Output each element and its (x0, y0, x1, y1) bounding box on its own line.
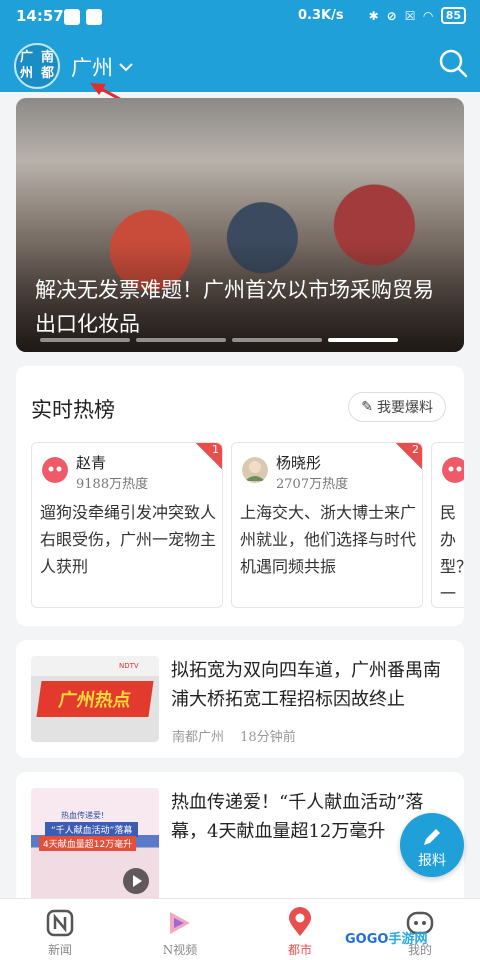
news-thumbnail: 热血传递爱! “千人献血活动”落幕 4天献血量超12万毫升 (31, 788, 159, 912)
logo-char: 南 (40, 50, 54, 65)
nav-item-city[interactable]: 都市 (270, 905, 330, 959)
hot-item-text: 遛狗没牵绳引发冲突致人右眼受伤，广州一宠物主人获刑 (40, 503, 217, 576)
hot-item[interactable]: 1 赵青 9188万热度 遛狗没牵绳引发冲突致人右眼受伤，广州一宠物主人获刑 (31, 442, 223, 608)
thumb-headline: 广州热点 (36, 681, 154, 717)
news-item[interactable]: NDTV 广州热点 拟拓宽为双向四车道，广州番禺南浦大桥拓宽工程招标因故终止 南… (16, 640, 464, 758)
watermark-logo: GOGO手游网 (345, 928, 427, 947)
thumb-line: 4天献血量超12万毫升 (39, 836, 137, 851)
status-bar: 14:57 0.3K/s ✱ ⊘ ☒ ◠ 85 (0, 0, 480, 32)
watermark-text: 手游网 (388, 932, 428, 947)
rank-number: 1 (212, 443, 219, 456)
thumb-line: 热血传递爱! (61, 811, 105, 820)
news-title: 拟拓宽为双向四车道，广州番禺南浦大桥拓宽工程招标因故终止 (171, 660, 441, 710)
notification-app-icon (86, 9, 102, 25)
sim-icon: ☒ (404, 8, 416, 23)
battery-icon: 85 (440, 7, 466, 24)
mute-icon: ⊘ (386, 8, 397, 23)
avatar (442, 457, 464, 483)
hot-item-heat: 2707万热度 (276, 477, 349, 492)
nav-item-news[interactable]: 新闻 (30, 905, 90, 959)
hot-item-text: 上海交大、浙大博士来广州就业，他们选择与时代机遇同频共振 (240, 503, 417, 576)
news-item[interactable]: 热血传递爱! “千人献血活动”落幕 4天献血量超12万毫升 热血传递爱！“千人献… (16, 772, 464, 912)
app-logo[interactable]: 广 南 州 都 (14, 43, 60, 89)
bluetooth-icon: ✱ (368, 8, 379, 23)
pager-dot (136, 338, 226, 342)
nav-label: N视频 (162, 943, 198, 957)
news-time: 18分钟前 (240, 730, 296, 745)
hot-item-name: 赵青 (76, 454, 107, 472)
nav-label: 新闻 (47, 943, 72, 957)
app-header: 14:57 0.3K/s ✱ ⊘ ☒ ◠ 85 广 南 州 都 广州 (0, 0, 480, 92)
hot-item-heat: 9188万热度 (76, 477, 149, 492)
city-selector[interactable]: 广州 (71, 52, 133, 82)
avatar (242, 457, 268, 483)
avatar (42, 457, 68, 483)
news-thumbnail: NDTV 广州热点 (31, 656, 159, 742)
city-label: 广州 (71, 56, 113, 80)
status-time: 14:57 (16, 7, 64, 25)
news-source: 南都广州 (172, 730, 225, 745)
hot-item-text: 民办型？一生 (440, 503, 464, 603)
rank-badge: 2 (396, 443, 422, 469)
logo-char: 州 (19, 66, 33, 81)
report-fab-button[interactable]: 报料 (400, 813, 464, 877)
rank-number: 2 (412, 443, 419, 456)
wifi-icon: ◠ (423, 8, 433, 23)
pager-dot (40, 338, 130, 342)
logo-char: 广 (19, 50, 33, 65)
watermark-text: GOGO (345, 932, 389, 947)
thumb-tag: NDTV (119, 662, 139, 670)
hot-list-card: 实时热榜 ✎ 我要爆料 1 赵青 9188万热度 遛狗没牵绳引发冲突致人右眼受伤… (16, 366, 464, 626)
pen-icon (424, 829, 440, 845)
hot-list-title: 实时热榜 (31, 398, 115, 422)
network-speed: 0.3K/s (298, 8, 344, 23)
chevron-down-icon (119, 63, 133, 72)
news-icon (46, 909, 74, 937)
news-meta: 南都广州 18分钟前 (172, 726, 296, 745)
hot-item[interactable]: 2 杨晓彤 2707万热度 上海交大、浙大博士来广州就业，他们选择与时代机遇同频… (231, 442, 423, 608)
report-news-button[interactable]: ✎ 我要爆料 (348, 392, 446, 422)
hot-item-name: 杨晓彤 (276, 454, 322, 472)
notification-app-icon (64, 9, 80, 25)
nav-label: 都市 (287, 943, 312, 957)
rank-badge: 1 (196, 443, 222, 469)
headline-banner[interactable]: 解决无发票难题！广州首次以市场采购贸易出口化妆品 (16, 98, 464, 352)
pager-dot-active (328, 338, 398, 342)
banner-headline: 解决无发票难题！广州首次以市场采购贸易出口化妆品 (35, 278, 434, 336)
thumb-line: “千人献血活动”落幕 (45, 822, 139, 837)
hot-item[interactable]: 民办型？一生 (431, 442, 464, 608)
logo-char: 都 (40, 66, 54, 81)
report-label: 我要爆料 (377, 400, 433, 416)
banner-pager (40, 338, 398, 342)
pen-icon: ✎ (361, 399, 373, 415)
fab-label: 报料 (418, 853, 446, 869)
location-icon (289, 907, 311, 936)
pager-dot (232, 338, 322, 342)
search-icon[interactable] (438, 48, 468, 78)
nav-item-video[interactable]: N视频 (150, 905, 210, 959)
play-icon (123, 868, 149, 894)
video-icon (170, 912, 190, 934)
